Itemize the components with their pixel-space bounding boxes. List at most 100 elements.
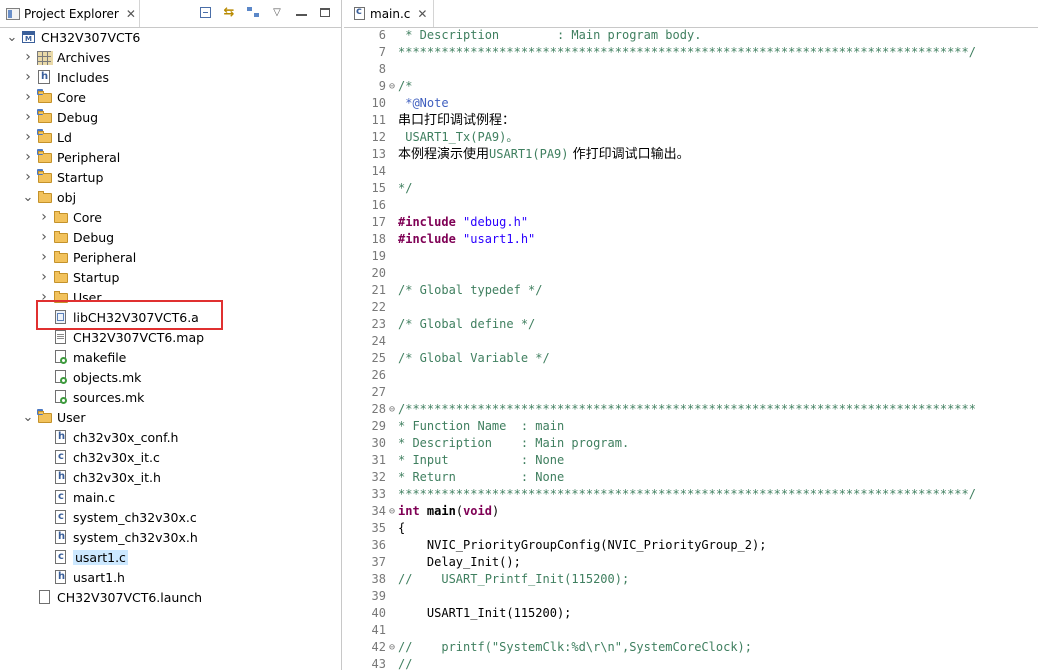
tab-main-c[interactable]: main.c ✕ — [346, 0, 434, 27]
code-line: 11 串口打印调试例程： — [344, 112, 1038, 129]
header-file-icon: h — [53, 469, 69, 485]
text-file-icon — [53, 329, 69, 345]
source-folder-icon — [37, 109, 53, 125]
chevron-right-icon[interactable]: › — [22, 49, 34, 65]
maximize-button[interactable] — [317, 4, 333, 20]
makefile-icon — [53, 349, 69, 365]
tree-item[interactable]: c main.c — [0, 487, 342, 507]
tab-title: Project Explorer — [24, 6, 119, 21]
code-text: /* Global typedef */ — [398, 283, 543, 297]
code-line: 40 USART1_Init(115200); — [344, 605, 1038, 622]
tree-item[interactable]: sources.mk — [0, 387, 342, 407]
tree-item[interactable]: CH32V307VCT6.launch — [0, 587, 342, 607]
code-text: 本例程演示使用USART1(PA9) 作打印调试口输出。 — [398, 147, 690, 162]
tree-item-label: Startup — [57, 169, 104, 185]
tree-item[interactable]: c system_ch32v30x.c — [0, 507, 342, 527]
tree-item[interactable]: › Core — [0, 207, 342, 227]
chevron-right-icon[interactable]: › — [22, 149, 34, 165]
tree-item[interactable]: h ch32v30x_conf.h — [0, 427, 342, 447]
tree-item[interactable]: ⌄ M CH32V307VCT6 — [0, 27, 342, 47]
line-number: 15 — [371, 181, 386, 195]
includes-icon — [37, 69, 53, 85]
tree-item[interactable]: › Includes — [0, 67, 342, 87]
line-number: 24 — [371, 334, 386, 348]
tree-item[interactable]: h ch32v30x_it.h — [0, 467, 342, 487]
line-number: 26 — [371, 368, 386, 382]
project-icon: M — [21, 29, 37, 45]
tree-item[interactable]: h system_ch32v30x.h — [0, 527, 342, 547]
collapse-all-button[interactable] — [197, 4, 213, 20]
chevron-right-icon[interactable]: › — [22, 129, 34, 145]
folder-icon — [53, 209, 69, 225]
code-text: * Description : Main program. — [398, 436, 630, 450]
tree-item[interactable]: › Archives — [0, 47, 342, 67]
tree-item[interactable]: objects.mk — [0, 367, 342, 387]
code-line: 27 — [344, 384, 1038, 401]
tree-item[interactable]: ⌄ obj — [0, 187, 342, 207]
chevron-right-icon[interactable]: › — [38, 269, 50, 285]
chevron-right-icon[interactable]: › — [38, 209, 50, 225]
tree-item-label: User — [73, 289, 102, 305]
chevron-right-icon[interactable]: › — [38, 229, 50, 245]
tree-item[interactable]: CH32V307VCT6.map — [0, 327, 342, 347]
tree-item[interactable]: › Startup — [0, 167, 342, 187]
tree-item[interactable]: › Debug — [0, 227, 342, 247]
tree-item[interactable]: libCH32V307VCT6.a — [0, 307, 342, 327]
tree-item-label: Includes — [57, 69, 110, 85]
code-line: 33 **************************************… — [344, 486, 1038, 503]
tree-item[interactable]: h usart1.h — [0, 567, 342, 587]
chevron-right-icon[interactable]: › — [22, 109, 34, 125]
fold-icon[interactable]: ⊖ — [386, 639, 398, 656]
tree-item[interactable]: › Peripheral — [0, 147, 342, 167]
view-menu-button[interactable]: ▽ — [269, 4, 285, 20]
tree-item-label: system_ch32v30x.h — [73, 529, 198, 545]
tree-item[interactable]: › Debug — [0, 107, 342, 127]
chevron-right-icon[interactable]: › — [22, 69, 34, 85]
close-icon[interactable]: ✕ — [126, 8, 136, 20]
code-line: 35 { — [344, 520, 1038, 537]
link-with-editor-button[interactable]: ⇆ — [221, 4, 237, 20]
tree-item[interactable]: › User — [0, 287, 342, 307]
code-line: 14 — [344, 163, 1038, 180]
code-text: USART1_Tx(PA9)。 — [398, 130, 519, 144]
code-line: 34 ⊖ int main(void) — [344, 503, 1038, 520]
tree-item[interactable]: › Peripheral — [0, 247, 342, 267]
tree-item[interactable]: c ch32v30x_it.c — [0, 447, 342, 467]
archives-icon — [37, 50, 53, 65]
close-icon[interactable]: ✕ — [417, 8, 427, 20]
chevron-right-icon[interactable]: › — [22, 89, 34, 105]
tree-item[interactable]: ⌄ User — [0, 407, 342, 427]
tree-item-label: main.c — [73, 489, 116, 505]
code-text: int main(void) — [398, 504, 500, 518]
tree-item[interactable]: › Ld — [0, 127, 342, 147]
chevron-right-icon[interactable]: › — [38, 249, 50, 265]
line-number: 23 — [371, 317, 386, 331]
chevron-down-icon[interactable]: ⌄ — [22, 190, 34, 205]
code-line: 21 /* Global typedef */ — [344, 282, 1038, 299]
tree-item[interactable]: › Core — [0, 87, 342, 107]
c-file-icon: c — [53, 489, 69, 505]
chevron-down-icon[interactable]: ⌄ — [22, 410, 34, 425]
minimize-button[interactable] — [293, 4, 309, 20]
line-number: 9 — [378, 79, 386, 93]
tree-item[interactable]: makefile — [0, 347, 342, 367]
line-number: 30 — [371, 436, 386, 450]
tree-item-label: CH32V307VCT6.map — [73, 329, 205, 345]
chevron-down-icon[interactable]: ⌄ — [6, 30, 18, 45]
code-text: /* — [398, 79, 413, 93]
chevron-right-icon[interactable]: › — [38, 289, 50, 305]
filter-button[interactable] — [245, 4, 261, 20]
fold-icon[interactable]: ⊖ — [386, 401, 398, 418]
line-number: 28 — [371, 402, 386, 416]
line-number: 39 — [371, 589, 386, 603]
code-text: * Return : None — [398, 470, 565, 484]
code-line: 41 — [344, 622, 1038, 639]
code-area[interactable]: 6 * Description : Main program body. 7 ***… — [344, 27, 1038, 670]
chevron-right-icon[interactable]: › — [22, 169, 34, 185]
tree-item[interactable]: c usart1.c — [0, 547, 342, 567]
tree-item[interactable]: › Startup — [0, 267, 342, 287]
folder-icon — [53, 229, 69, 245]
fold-icon[interactable]: ⊖ — [386, 503, 398, 520]
fold-icon[interactable]: ⊖ — [386, 78, 398, 95]
tab-project-explorer[interactable]: Project Explorer ✕ — [0, 0, 140, 27]
